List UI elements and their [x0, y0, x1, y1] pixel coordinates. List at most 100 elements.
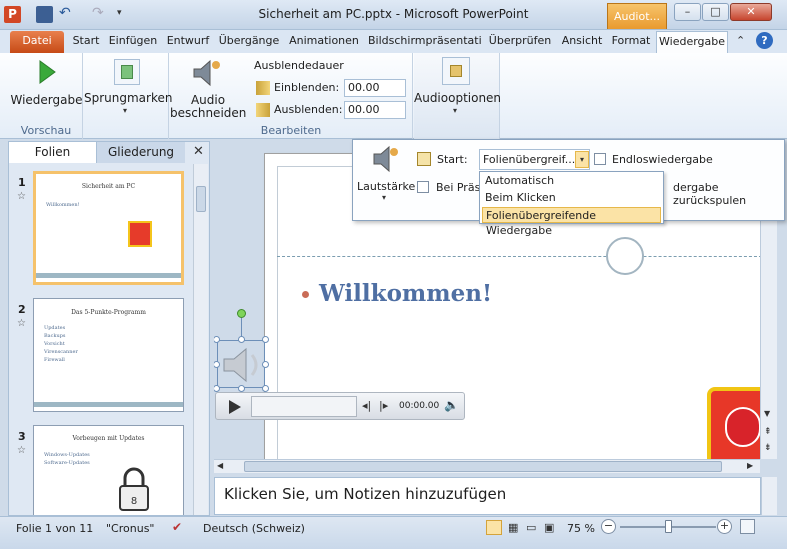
collapse-ribbon-icon[interactable]: ⌃ — [736, 34, 745, 47]
hide-during-show-checkbox[interactable] — [417, 181, 429, 193]
skip-forward-icon[interactable]: |▸ — [379, 399, 388, 412]
next-slide-icon[interactable]: ⇟ — [764, 443, 772, 453]
trim-audio-label-1[interactable]: Audio — [170, 93, 246, 107]
chevron-down-icon[interactable]: ▾ — [382, 193, 386, 202]
tab-folien[interactable]: Folien — [9, 142, 97, 163]
title-ornament — [606, 237, 644, 275]
tab-ueberpruefen[interactable]: Überprüfen — [486, 31, 554, 53]
tab-uebergaenge[interactable]: Übergänge — [216, 31, 282, 53]
reading-view-icon[interactable]: ▭ — [526, 521, 536, 534]
thumbnail-title: Sicherheit am PC — [81, 183, 136, 190]
chevron-down-icon[interactable]: ▾ — [575, 151, 589, 168]
play-button-label[interactable]: Wiedergabe — [10, 93, 83, 107]
thumbnail-bullet: Backups — [44, 333, 66, 339]
chevron-down-icon[interactable]: ▾ — [453, 106, 457, 115]
slide-number: 1 — [18, 176, 26, 189]
audio-options-label[interactable]: Audiooptionen — [414, 91, 501, 105]
tab-einfuegen[interactable]: Einfügen — [106, 31, 160, 53]
thumbnail-scrollbar[interactable] — [193, 164, 208, 515]
slide-sorter-icon[interactable]: ▦ — [508, 521, 518, 534]
language-indicator[interactable]: Deutsch (Schweiz) — [203, 522, 305, 535]
scroll-thumb[interactable] — [244, 461, 722, 472]
resize-handle[interactable] — [262, 361, 269, 368]
start-dropdown[interactable]: Folienübergreif... ▾ — [479, 149, 590, 170]
title-divider — [277, 256, 760, 257]
slide-thumbnail[interactable]: Das 5-Punkte-Programm Updates Backups Vo… — [33, 298, 184, 412]
tab-gliederung[interactable]: Gliederung — [97, 142, 185, 163]
start-icon — [417, 152, 431, 166]
zoom-slider-thumb[interactable] — [664, 520, 672, 533]
resize-handle[interactable] — [262, 336, 269, 343]
speaker-icon[interactable] — [220, 347, 264, 383]
audio-object-selection[interactable] — [217, 340, 265, 388]
star-icon: ☆ — [17, 191, 26, 202]
notes-pane[interactable]: Klicken Sie, um Notizen hinzuzufügen — [214, 477, 761, 515]
notes-scrollbar[interactable] — [761, 477, 777, 515]
slideshow-view-icon[interactable]: ▣ — [544, 521, 554, 534]
fit-to-window-icon[interactable] — [740, 519, 755, 534]
skip-back-icon[interactable]: ◂| — [362, 399, 371, 412]
trim-audio-label-2[interactable]: beschneiden — [170, 106, 246, 120]
scroll-right-icon[interactable]: ▶ — [747, 461, 753, 470]
scroll-left-icon[interactable]: ◀ — [217, 461, 223, 470]
tab-format[interactable]: Format — [609, 31, 653, 53]
window-title: Sicherheit am PC.pptx - Microsoft PowerP… — [258, 7, 529, 21]
resize-handle[interactable] — [262, 385, 269, 392]
option-beim-klicken[interactable]: Beim Klicken — [482, 190, 661, 206]
theme-name[interactable]: "Cronus" — [106, 522, 155, 535]
tab-datei[interactable]: Datei — [10, 31, 64, 53]
scroll-down-icon[interactable]: ▼ — [764, 409, 770, 418]
rotate-handle[interactable] — [237, 309, 246, 318]
bookmark-button-label[interactable]: Sprungmarken — [84, 91, 172, 105]
play-icon[interactable] — [228, 399, 242, 415]
play-icon[interactable] — [38, 59, 56, 85]
spellcheck-icon[interactable]: ✔ — [172, 520, 182, 534]
tab-entwurf[interactable]: Entwurf — [164, 31, 212, 53]
fade-in-label: Einblenden: — [274, 81, 340, 94]
previous-slide-icon[interactable]: ⇞ — [764, 427, 772, 437]
help-icon[interactable]: ? — [756, 32, 773, 49]
bookmark-icon[interactable] — [114, 59, 140, 85]
tab-ansicht[interactable]: Ansicht — [558, 31, 606, 53]
chevron-down-icon[interactable]: ▾ — [123, 106, 127, 115]
resize-handle[interactable] — [214, 385, 220, 392]
audio-tools-context-tab[interactable]: Audiot... — [607, 3, 667, 29]
volume-icon[interactable]: 🔈 — [444, 398, 459, 412]
resize-handle[interactable] — [238, 336, 245, 343]
thumbnail-bullet: Vorsicht — [44, 341, 65, 347]
resize-handle[interactable] — [238, 385, 245, 392]
slide-thumbnail[interactable]: Sicherheit am PC Willkommen! — [33, 171, 184, 285]
zoom-level[interactable]: 75 % — [567, 522, 595, 535]
tab-bildschirmpraesentation[interactable]: Bildschirmpräsentatic — [366, 31, 482, 53]
audio-options-icon[interactable] — [442, 57, 470, 85]
fade-out-input[interactable]: 00.00 — [344, 101, 406, 119]
audio-progress-track[interactable] — [251, 396, 357, 417]
loop-checkbox[interactable] — [594, 153, 606, 165]
horizontal-scrollbar[interactable]: ◀ ▶ — [214, 459, 760, 473]
zoom-in-button[interactable]: + — [717, 519, 732, 534]
minimize-button[interactable]: – — [674, 3, 701, 21]
option-automatisch[interactable]: Automatisch — [482, 173, 661, 189]
ribbon-tabs: Datei Start Einfügen Entwurf Übergänge A… — [0, 30, 787, 53]
tab-animationen[interactable]: Animationen — [286, 31, 362, 53]
slide-thumbnail[interactable]: Vorbeugen mit Updates Windows-Updates So… — [33, 425, 184, 515]
scroll-thumb[interactable] — [196, 186, 206, 212]
fade-duration-title: Ausblendedauer — [254, 59, 344, 72]
option-folienuebergreifend[interactable]: Folienübergreifende Wiedergabe — [482, 207, 661, 237]
fade-in-input[interactable]: 00.00 — [344, 79, 406, 97]
slide-heading[interactable]: Willkommen! — [319, 280, 492, 307]
zoom-out-button[interactable]: − — [601, 519, 616, 534]
status-bar: Folie 1 von 11 "Cronus" ✔ Deutsch (Schwe… — [0, 516, 787, 549]
tab-wiedergabe[interactable]: Wiedergabe — [656, 31, 728, 53]
maximize-button[interactable]: □ — [702, 3, 729, 21]
audio-time: 00:00.00 — [399, 401, 440, 411]
volume-icon[interactable] — [371, 144, 399, 174]
normal-view-icon[interactable] — [486, 520, 502, 535]
thumbnail-bullet: Willkommen! — [46, 202, 80, 208]
volume-label[interactable]: Lautstärke — [357, 180, 415, 193]
close-pane-icon[interactable]: ✕ — [193, 144, 204, 159]
trim-audio-icon[interactable] — [190, 57, 222, 89]
close-button[interactable]: ✕ — [730, 3, 772, 21]
slide-image[interactable] — [707, 387, 760, 459]
tab-start[interactable]: Start — [70, 31, 102, 53]
